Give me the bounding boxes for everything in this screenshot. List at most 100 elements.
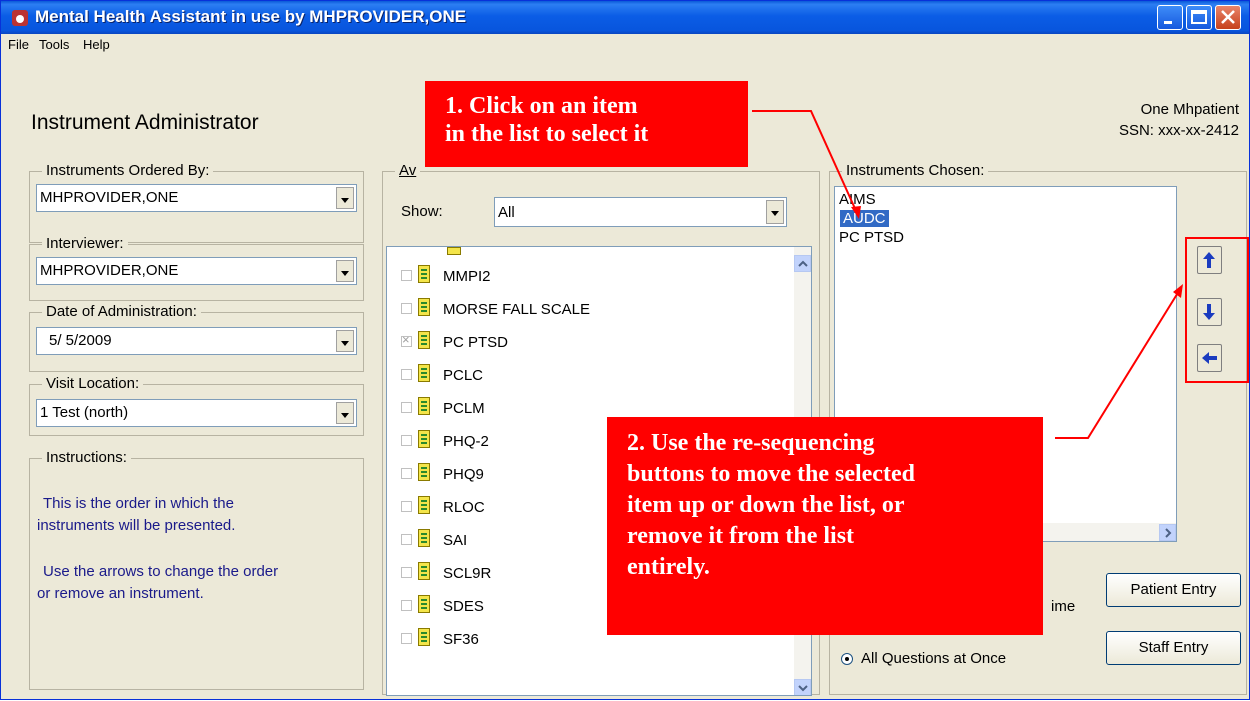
instrument-checkbox[interactable] xyxy=(401,332,412,347)
patient-name: One Mhpatient xyxy=(1140,101,1239,118)
instructions-line: or remove an instrument. xyxy=(37,585,204,602)
chevron-down-icon[interactable] xyxy=(336,402,354,424)
scroll-down-button[interactable] xyxy=(794,679,811,695)
chevron-down-icon[interactable] xyxy=(336,260,354,282)
instrument-checkbox[interactable] xyxy=(401,402,412,413)
date-value: 5/ 5/2009 xyxy=(49,332,112,349)
scroll-right-button[interactable] xyxy=(1159,524,1176,541)
instrument-label: RLOC xyxy=(443,499,485,516)
chevron-down-icon[interactable] xyxy=(766,200,784,224)
page-title: Instrument Administrator xyxy=(31,111,259,134)
instructions-text: This is the order in which the instrumen… xyxy=(37,493,357,605)
instrument-checkbox[interactable] xyxy=(401,435,412,446)
document-icon xyxy=(418,265,430,283)
instrument-label: MMPI2 xyxy=(443,268,491,285)
instrument-label: SDES xyxy=(443,598,484,615)
ordered-by-select[interactable]: MHPROVIDER,ONE xyxy=(36,184,357,212)
interviewer-select[interactable]: MHPROVIDER,ONE xyxy=(36,257,357,285)
chosen-label: Instruments Chosen: xyxy=(842,162,989,179)
location-select[interactable]: 1 Test (north) xyxy=(36,399,357,427)
document-icon xyxy=(418,562,430,580)
minimize-icon xyxy=(1164,21,1172,24)
date-group: Date of Administration: 5/ 5/2009 xyxy=(29,303,364,372)
instructions-label: Instructions: xyxy=(42,449,131,466)
callout-line: 2. Use the re-sequencing xyxy=(627,430,875,456)
menu-help[interactable]: Help xyxy=(83,37,110,52)
maximize-button[interactable] xyxy=(1186,5,1212,30)
scroll-up-button[interactable] xyxy=(794,255,811,272)
instrument-row[interactable]: PC PTSD xyxy=(387,326,811,359)
document-icon xyxy=(418,496,430,514)
instrument-checkbox[interactable] xyxy=(401,303,412,314)
resequence-highlight-box xyxy=(1185,237,1249,383)
document-icon xyxy=(418,364,430,382)
document-icon xyxy=(418,397,430,415)
instrument-checkbox[interactable] xyxy=(401,600,412,611)
chosen-item-selected[interactable]: AUDC xyxy=(840,210,889,227)
option-one-at-a-time-label[interactable]: ime xyxy=(1051,598,1075,615)
show-label: Show: xyxy=(401,203,443,220)
callout-line: entirely. xyxy=(627,554,710,580)
location-label: Visit Location: xyxy=(42,375,144,392)
chosen-item[interactable]: PC PTSD xyxy=(839,229,904,246)
instrument-checkbox[interactable] xyxy=(401,468,412,479)
instrument-label: MORSE FALL SCALE xyxy=(443,301,590,318)
callout-line: 1. Click on an item xyxy=(445,93,638,119)
patient-ssn: SSN: xxx-xx-2412 xyxy=(1118,122,1239,139)
document-icon xyxy=(418,529,430,547)
instrument-checkbox[interactable] xyxy=(401,270,412,281)
instrument-checkbox[interactable] xyxy=(401,369,412,380)
document-icon xyxy=(418,430,430,448)
show-filter-value: All xyxy=(498,204,515,221)
instrument-checkbox[interactable] xyxy=(401,534,412,545)
instructions-line: This is the order in which the xyxy=(43,495,234,512)
callout-line: remove it from the list xyxy=(627,523,855,549)
patient-info: One Mhpatient SSN: xxx-xx-2412 xyxy=(1119,99,1239,141)
chevron-up-icon xyxy=(798,260,808,267)
date-picker[interactable]: 5/ 5/2009 xyxy=(36,327,357,355)
app-window: Mental Health Assistant in use by MHPROV… xyxy=(0,0,1250,700)
staff-entry-button[interactable]: Staff Entry xyxy=(1106,631,1241,665)
ordered-by-group: Instruments Ordered By: MHPROVIDER,ONE xyxy=(29,162,364,243)
chosen-item[interactable]: AIMS xyxy=(839,191,876,208)
instrument-row[interactable]: MMPI2 xyxy=(387,260,811,293)
chevron-right-icon xyxy=(1165,528,1172,538)
show-filter-select[interactable]: All xyxy=(494,197,787,227)
menu-tools[interactable]: Tools xyxy=(39,37,69,52)
instrument-label: SAI xyxy=(443,532,468,549)
menu-file[interactable]: File xyxy=(8,37,29,52)
chevron-down-icon[interactable] xyxy=(336,330,354,352)
instrument-label: PC PTSD xyxy=(443,334,509,351)
date-label: Date of Administration: xyxy=(42,303,201,320)
instrument-checkbox[interactable] xyxy=(401,633,412,644)
close-button[interactable] xyxy=(1215,5,1241,30)
title-bar[interactable]: Mental Health Assistant in use by MHPROV… xyxy=(1,1,1249,34)
app-icon xyxy=(12,10,28,26)
callout-line: buttons to move the selected xyxy=(627,461,915,487)
document-icon xyxy=(418,628,430,646)
callout-resequence: 2. Use the re-sequencing buttons to move… xyxy=(607,417,1043,635)
chevron-down-icon[interactable] xyxy=(336,187,354,209)
callout-select-item: 1. Click on an item in the list to selec… xyxy=(425,81,748,167)
instrument-row[interactable]: MORSE FALL SCALE xyxy=(387,293,811,326)
instrument-checkbox[interactable] xyxy=(401,567,412,578)
all-questions-radio[interactable] xyxy=(841,653,853,665)
all-questions-label[interactable]: All Questions at Once xyxy=(861,650,1006,667)
patient-entry-button[interactable]: Patient Entry xyxy=(1106,573,1241,607)
location-value: 1 Test (north) xyxy=(40,404,129,421)
window-title: Mental Health Assistant in use by MHPROV… xyxy=(35,7,467,26)
instrument-label: PHQ9 xyxy=(443,466,484,483)
menu-bar: File Tools Help xyxy=(1,34,1249,56)
instrument-label: PCLM xyxy=(443,400,485,417)
minimize-button[interactable] xyxy=(1157,5,1183,30)
maximize-icon xyxy=(1191,10,1207,24)
partial-doc-icon xyxy=(447,247,461,255)
instrument-label: SCL9R xyxy=(443,565,492,582)
document-icon xyxy=(418,463,430,481)
document-icon xyxy=(418,298,430,316)
instrument-label: PHQ-2 xyxy=(443,433,489,450)
interviewer-group: Interviewer: MHPROVIDER,ONE xyxy=(29,235,364,301)
instrument-label: PCLC xyxy=(443,367,484,384)
instrument-checkbox[interactable] xyxy=(401,501,412,512)
instrument-row[interactable]: PCLC xyxy=(387,359,811,392)
